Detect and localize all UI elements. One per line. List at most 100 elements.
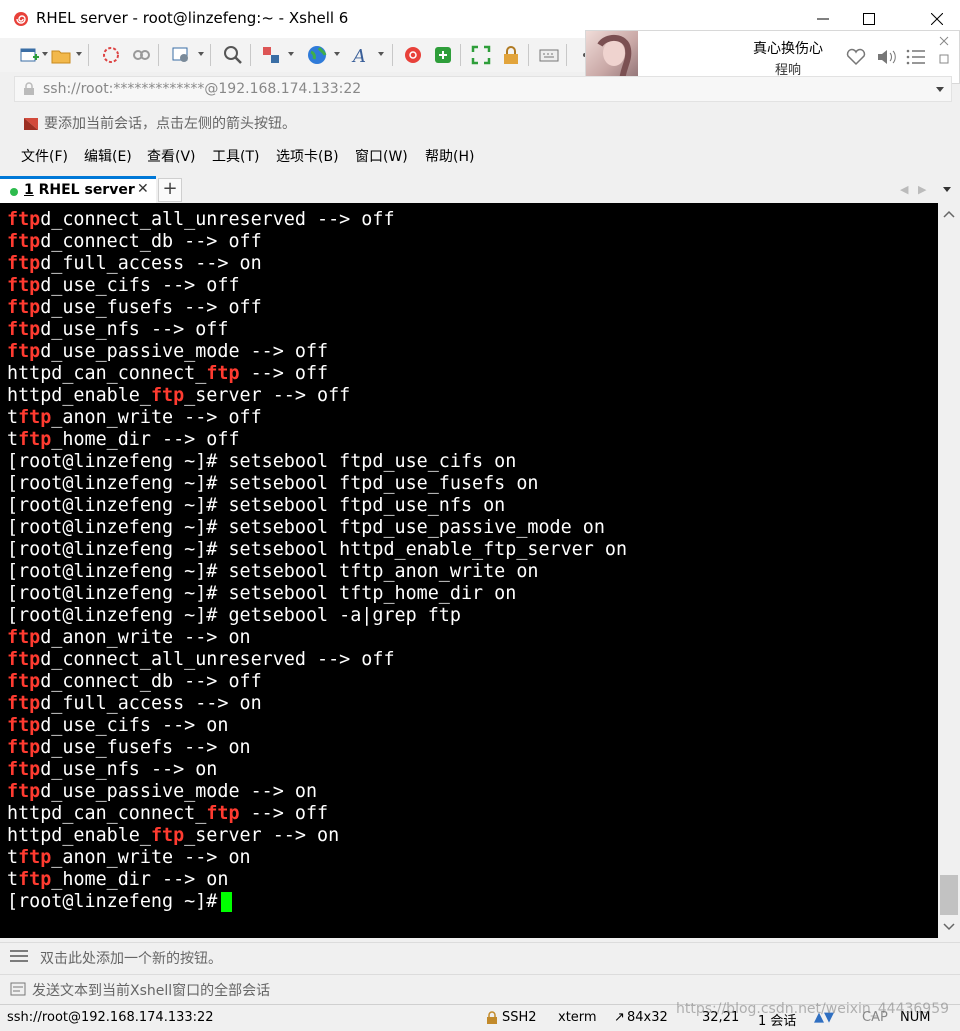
watermark: https://blog.csdn.net/weixin_44436959 bbox=[676, 1001, 950, 1017]
heart-icon[interactable] bbox=[846, 48, 866, 70]
terminal-text: [root@linzefeng ~]# setsebool tftp_home_… bbox=[7, 583, 517, 604]
status-protocol: SSH2 bbox=[502, 1010, 537, 1025]
grep-match: ftp bbox=[7, 693, 41, 714]
terminal-line: [root@linzefeng ~]# setsebool tftp_home_… bbox=[7, 583, 627, 605]
terminal-line: ftpd_full_access --> on bbox=[7, 693, 627, 715]
font-icon[interactable]: A bbox=[350, 44, 372, 67]
terminal-text: [root@linzefeng ~]# setsebool ftpd_use_n… bbox=[7, 495, 506, 516]
tab-title: RHEL server bbox=[33, 182, 135, 198]
scroll-down-icon[interactable] bbox=[938, 916, 960, 938]
terminal-line: ftpd_connect_db --> off bbox=[7, 231, 627, 253]
scroll-thumb[interactable] bbox=[940, 875, 958, 915]
terminal-line: ftpd_full_access --> on bbox=[7, 253, 627, 275]
compose-input[interactable]: 发送文本到当前Xshell窗口的全部会话 bbox=[32, 980, 270, 1000]
grep-match: ftp bbox=[7, 671, 41, 692]
menu-bar: 文件(F) 编辑(E) 查看(V) 工具(T) 选项卡(B) 窗口(W) 帮助(… bbox=[0, 142, 960, 170]
terminal-line: ftpd_use_nfs --> on bbox=[7, 759, 627, 781]
menu-window[interactable]: 窗口(W) bbox=[355, 146, 408, 166]
tab-close-icon[interactable]: ✕ bbox=[137, 181, 149, 197]
popup-restore-icon[interactable] bbox=[938, 53, 950, 69]
maximize-icon bbox=[863, 13, 875, 25]
menu-help[interactable]: 帮助(H) bbox=[425, 146, 474, 166]
open-folder-icon[interactable] bbox=[50, 44, 72, 66]
terminal-prompt-line: [root@linzefeng ~]# bbox=[7, 891, 627, 913]
terminal-line: [root@linzefeng ~]# setsebool tftp_anon_… bbox=[7, 561, 627, 583]
xftp-icon[interactable] bbox=[432, 44, 454, 66]
hamburger-menu-icon[interactable] bbox=[10, 949, 28, 967]
globe-icon[interactable] bbox=[306, 44, 328, 66]
disconnect-icon[interactable] bbox=[130, 44, 152, 66]
terminal-line: ftpd_connect_all_unreserved --> off bbox=[7, 209, 627, 231]
terminal-text: d_use_fusefs --> off bbox=[40, 297, 262, 318]
terminal-text: d_connect_db --> off bbox=[40, 231, 262, 252]
tab-rhel-server[interactable]: 1 RHEL server ✕ bbox=[0, 176, 156, 203]
terminal-text: [root@linzefeng ~]# setsebool ftpd_use_c… bbox=[7, 451, 517, 472]
terminal-line: ftpd_anon_write --> on bbox=[7, 627, 627, 649]
quick-command-bar[interactable]: 双击此处添加一个新的按钮。 bbox=[0, 942, 960, 971]
menu-edit[interactable]: 编辑(E) bbox=[84, 146, 132, 166]
tab-scroll-left-icon[interactable]: ◀ bbox=[900, 183, 908, 196]
volume-icon[interactable] bbox=[876, 48, 898, 70]
properties-icon[interactable] bbox=[170, 44, 192, 66]
terminal-text: _server --> off bbox=[184, 385, 351, 406]
terminal-cursor bbox=[221, 892, 233, 912]
connect-icon[interactable] bbox=[100, 44, 122, 66]
grep-match: ftp bbox=[150, 385, 185, 406]
new-tab-button[interactable]: + bbox=[158, 178, 182, 202]
playlist-icon[interactable] bbox=[906, 48, 926, 70]
compose-bar[interactable]: 发送文本到当前Xshell窗口的全部会话 bbox=[0, 974, 960, 1003]
grep-match: ftp bbox=[18, 869, 52, 890]
terminal-line: [root@linzefeng ~]# setsebool ftpd_use_p… bbox=[7, 517, 627, 539]
terminal-line: ftpd_use_cifs --> off bbox=[7, 275, 627, 297]
fullscreen-icon[interactable] bbox=[470, 44, 492, 66]
terminal-text: _anon_write --> on bbox=[51, 847, 251, 868]
menu-tabs[interactable]: 选项卡(B) bbox=[276, 146, 339, 166]
terminal[interactable]: ftpd_connect_all_unreserved --> off ftpd_… bbox=[0, 203, 938, 938]
terminal-text: d_use_cifs --> off bbox=[40, 275, 240, 296]
address-dropdown-icon[interactable] bbox=[936, 87, 944, 92]
session-hint: 要添加当前会话，点击左侧的箭头按钮。 bbox=[44, 116, 296, 132]
terminal-line: tftp_anon_write --> off bbox=[7, 407, 627, 429]
terminal-line: [root@linzefeng ~]# getsebool -a|grep ft… bbox=[7, 605, 627, 627]
lock-icon[interactable] bbox=[500, 44, 522, 66]
grep-match: ftp bbox=[7, 737, 41, 758]
tab-number: 1 bbox=[24, 182, 34, 198]
terminal-text: d_connect_all_unreserved --> off bbox=[40, 649, 395, 670]
terminal-output: ftpd_connect_all_unreserved --> off ftpd_… bbox=[7, 209, 627, 913]
grep-match: ftp bbox=[206, 363, 240, 384]
terminal-text: d_use_passive_mode --> on bbox=[40, 781, 318, 802]
new-session-icon[interactable] bbox=[18, 44, 40, 66]
tab-scroll-right-icon[interactable]: ▶ bbox=[918, 183, 926, 196]
terminal-scrollbar[interactable] bbox=[938, 203, 960, 938]
resize-icon: ↗ bbox=[614, 1010, 625, 1025]
menu-tools[interactable]: 工具(T) bbox=[212, 146, 259, 166]
terminal-text: [root@linzefeng ~]# getsebool -a|grep ft… bbox=[7, 605, 461, 626]
grep-match: ftp bbox=[7, 231, 41, 252]
search-icon[interactable] bbox=[222, 44, 244, 66]
address-bar[interactable]: ssh://root:*************@192.168.174.133… bbox=[14, 76, 952, 102]
terminal-line: ftpd_connect_all_unreserved --> off bbox=[7, 649, 627, 671]
compose-icon[interactable] bbox=[10, 982, 26, 1000]
keyboard-icon[interactable] bbox=[538, 44, 560, 66]
tab-list-dropdown-icon[interactable] bbox=[943, 187, 951, 192]
grep-match: ftp bbox=[7, 781, 41, 802]
grep-match: ftp bbox=[7, 715, 41, 736]
address-input[interactable]: ssh://root:*************@192.168.174.133… bbox=[43, 81, 361, 97]
menu-file[interactable]: 文件(F) bbox=[21, 146, 68, 166]
grep-match: ftp bbox=[18, 847, 52, 868]
terminal-line: httpd_enable_ftp_server --> off bbox=[7, 385, 627, 407]
tab-label: 1 RHEL server bbox=[24, 182, 135, 198]
terminal-line: [root@linzefeng ~]# setsebool ftpd_use_n… bbox=[7, 495, 627, 517]
add-session-arrow-icon[interactable] bbox=[22, 114, 40, 136]
transfer-icon[interactable] bbox=[260, 44, 282, 66]
terminal-line: httpd_can_connect_ftp --> off bbox=[7, 363, 627, 385]
ssh-lock-icon bbox=[487, 1011, 497, 1024]
menu-view[interactable]: 查看(V) bbox=[147, 146, 196, 166]
scroll-up-icon[interactable] bbox=[938, 203, 960, 225]
terminal-line: ftpd_connect_db --> off bbox=[7, 671, 627, 693]
terminal-text: --> off bbox=[239, 363, 329, 384]
popup-close-icon[interactable] bbox=[938, 35, 950, 51]
xshell-icon[interactable] bbox=[402, 44, 424, 66]
terminal-text: httpd_enable_ bbox=[7, 825, 151, 846]
terminal-line: tftp_home_dir --> off bbox=[7, 429, 627, 451]
